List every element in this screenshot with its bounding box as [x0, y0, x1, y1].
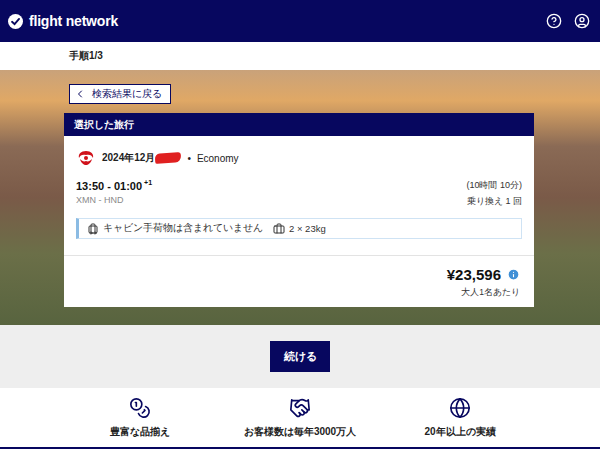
flight-date: 2024年12月	[102, 151, 181, 165]
flight-times: 13:50 - 01:00+1	[76, 179, 152, 192]
banner-photo: 検索結果に戻る選択した旅行 2024年12月 • Economy 13:50 - 01:…	[0, 70, 600, 325]
price-note: 大人1名あたり	[461, 287, 520, 299]
airline-logo-icon	[76, 149, 96, 167]
baggage-item: 2 × 23kg	[273, 223, 326, 235]
back-button[interactable]: 検索結果に戻る	[69, 84, 171, 104]
continue-button[interactable]: 続ける	[270, 341, 330, 372]
coins-icon	[129, 397, 151, 419]
handshake-icon	[289, 397, 311, 419]
action-band: 続ける	[0, 325, 600, 388]
flight-row: 13:50 - 01:00+1 XMN - HND (10時間 10分) 乗り換え 1…	[76, 179, 522, 208]
duration: (10時間 10分)	[466, 179, 522, 192]
step-indicator: 手順1/3	[0, 42, 600, 70]
help-icon[interactable]	[546, 13, 562, 29]
feature-item: お客様数は毎年3000万人	[220, 397, 380, 439]
redaction-mark	[155, 152, 182, 164]
user-icon[interactable]	[574, 13, 590, 29]
price: ¥23,596	[447, 266, 501, 283]
card-body: 2024年12月 • Economy 13:50 - 01:00+1 XMN - HND…	[64, 136, 534, 256]
globe-icon	[449, 397, 471, 419]
top-bar: flight network	[0, 0, 600, 42]
cabin-class: Economy	[197, 153, 239, 164]
separator: •	[187, 153, 191, 164]
info-icon[interactable]	[507, 268, 520, 281]
features: 豊富な品揃えお客様数は毎年3000万人20年以上の実績	[0, 388, 600, 449]
stops: 乗り換え 1 回	[467, 195, 522, 208]
baggage-info: キャビン手荷物は含まれていません 2 × 23kg	[76, 218, 522, 239]
luggage-icon	[87, 223, 99, 235]
route: XMN - HND	[76, 195, 124, 205]
baggage-item: キャビン手荷物は含まれていません	[87, 222, 263, 235]
feature-item: 20年以上の実績	[380, 397, 540, 439]
logo[interactable]: flight network	[8, 13, 118, 29]
trip-card: 選択した旅行 2024年12月 • Economy 13:50 - 01:00+1 XMN…	[64, 113, 534, 307]
feature-item: 豊富な品揃え	[60, 397, 220, 439]
divider	[64, 255, 534, 256]
day-offset: +1	[144, 179, 152, 186]
logo-check-icon	[8, 14, 23, 29]
card-title: 選択した旅行	[64, 113, 534, 136]
header-actions	[546, 13, 590, 29]
price-area: ¥23,596 大人1名あたり	[64, 256, 534, 307]
chevron-left-icon	[74, 88, 86, 100]
suitcase-icon	[273, 223, 285, 235]
flight-date-row: 2024年12月 • Economy	[76, 149, 522, 167]
page: flight network手順1/3検索結果に戻る選択した旅行2024年12月…	[0, 0, 600, 449]
